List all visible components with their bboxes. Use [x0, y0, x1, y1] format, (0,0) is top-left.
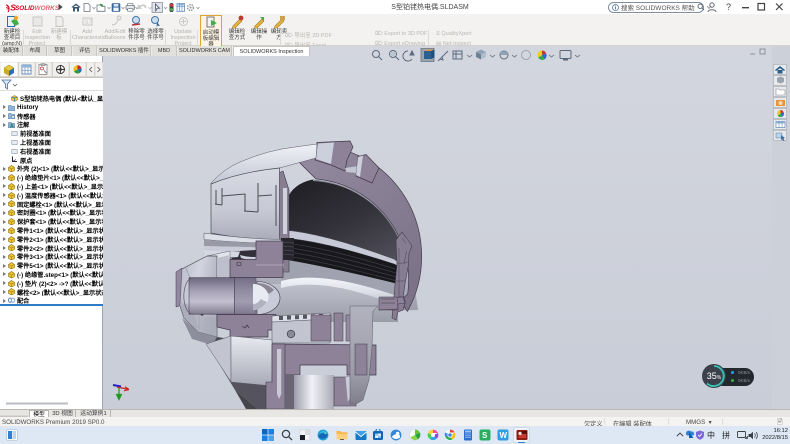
svg-text:?: ? — [726, 2, 731, 12]
svg-text:57: 57 — [85, 20, 92, 26]
svg-text:A: A — [10, 124, 14, 129]
svg-text:SOLIDWORKS: SOLIDWORKS — [15, 5, 60, 12]
svg-text:S: S — [482, 431, 488, 440]
svg-text:W: W — [500, 431, 508, 440]
